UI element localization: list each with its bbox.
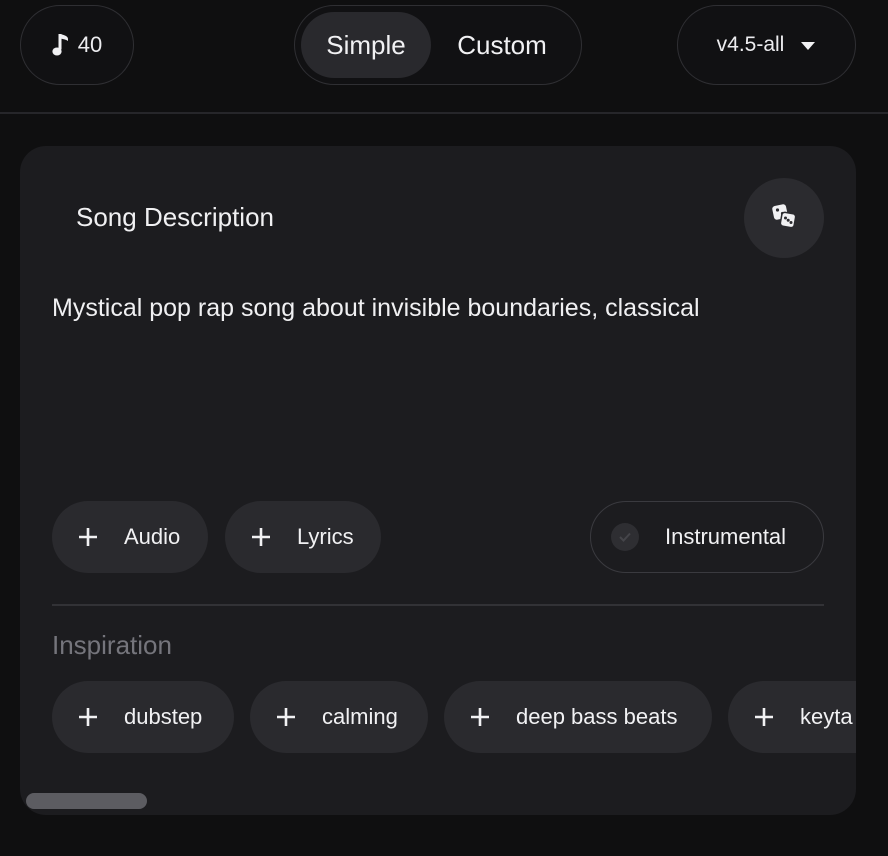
inspiration-tag-label: calming <box>322 704 398 729</box>
app-root: 40 Simple Custom v4.5-all Song Descripti… <box>0 0 888 856</box>
song-description-card: Song Description Mystical pop rap song a… <box>20 146 856 815</box>
plus-icon <box>471 708 489 726</box>
add-lyrics-button[interactable]: Lyrics <box>225 501 381 573</box>
plus-icon <box>252 528 270 546</box>
add-audio-label: Audio <box>124 524 181 549</box>
instrumental-toggle[interactable]: Instrumental <box>590 501 824 573</box>
caret-down-icon <box>800 33 816 57</box>
mode-custom-tab[interactable]: Custom <box>431 12 573 78</box>
credits-badge[interactable]: 40 <box>20 5 134 85</box>
mode-toggle: Simple Custom <box>294 5 582 85</box>
model-label: v4.5-all <box>716 33 785 56</box>
plus-icon <box>79 528 97 546</box>
check-icon <box>611 523 639 551</box>
inspiration-divider <box>52 604 824 606</box>
plus-icon <box>755 708 773 726</box>
plus-icon <box>277 708 295 726</box>
song-description-title: Song Description <box>76 202 274 232</box>
header-divider <box>0 112 888 114</box>
inspiration-tag-label: keyta <box>800 704 853 729</box>
inspiration-tag-label: dubstep <box>124 704 203 729</box>
model-selector[interactable]: v4.5-all <box>677 5 856 85</box>
song-description-input[interactable]: Mystical pop rap song about invisible bo… <box>52 292 812 325</box>
dice-icon <box>770 202 798 235</box>
add-audio-button[interactable]: Audio <box>52 501 208 573</box>
inspiration-heading: Inspiration <box>52 630 172 660</box>
inspiration-tag-calming[interactable]: calming <box>250 681 428 753</box>
mode-simple-tab[interactable]: Simple <box>301 12 431 78</box>
inspiration-tag-deep-bass-beats[interactable]: deep bass beats <box>444 681 712 753</box>
inspiration-tag-label: deep bass beats <box>516 704 678 729</box>
add-lyrics-label: Lyrics <box>297 524 354 549</box>
plus-icon <box>79 708 97 726</box>
inspiration-tag-keyta[interactable]: keyta <box>728 681 856 753</box>
inspiration-tag-dubstep[interactable]: dubstep <box>52 681 234 753</box>
music-note-icon <box>52 32 70 58</box>
credits-count: 40 <box>77 32 103 57</box>
horizontal-scrollbar[interactable] <box>26 793 147 809</box>
instrumental-label: Instrumental <box>665 524 787 549</box>
randomize-button[interactable] <box>744 178 824 258</box>
